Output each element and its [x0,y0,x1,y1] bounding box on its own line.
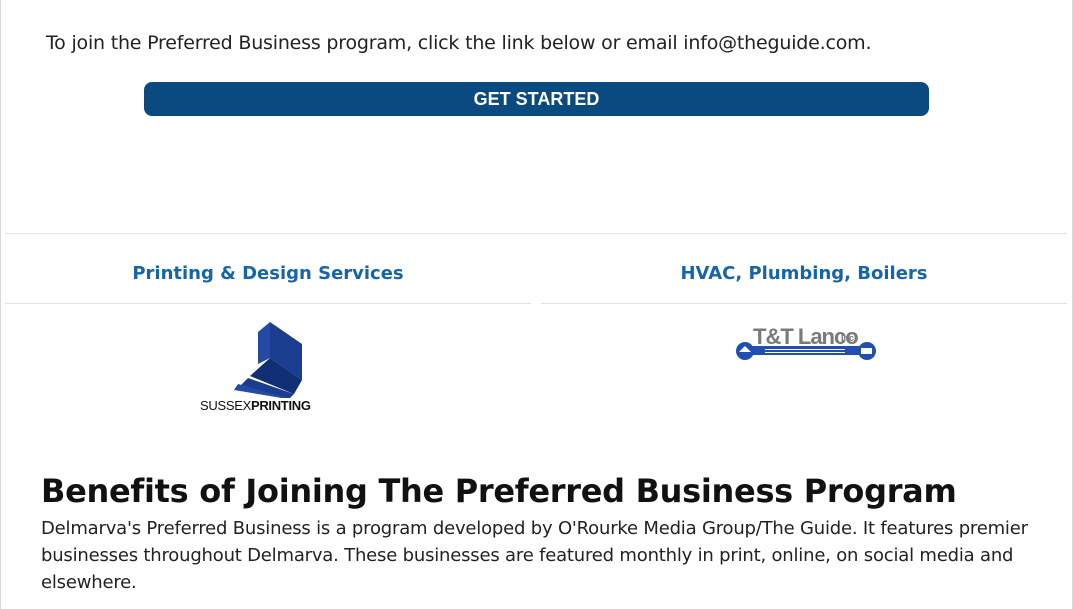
benefits-heading: Benefits of Joining The Preferred Busine… [41,472,957,510]
benefits-description: Delmarva's Preferred Business is a progr… [41,518,1028,593]
tt-lanco-logo[interactable]: T&T Lanco Inc. [735,324,877,364]
divider [5,303,531,304]
divider [5,233,1067,234]
category-hvac-plumbing[interactable]: HVAC, Plumbing, Boilers [541,263,1067,284]
book-pages-icon [234,322,302,400]
category-printing-design[interactable]: Printing & Design Services [5,263,531,284]
divider [541,303,1067,304]
tt-lanco-suffix: Inc. [841,333,857,343]
sussex-printing-wordmark: SUSSEXPRINTING [200,398,311,413]
get-started-button[interactable]: GET STARTED [144,82,929,116]
sussex-printing-logo[interactable]: SUSSEXPRINTING [198,320,343,415]
intro-text: To join the Preferred Business program, … [46,32,872,54]
